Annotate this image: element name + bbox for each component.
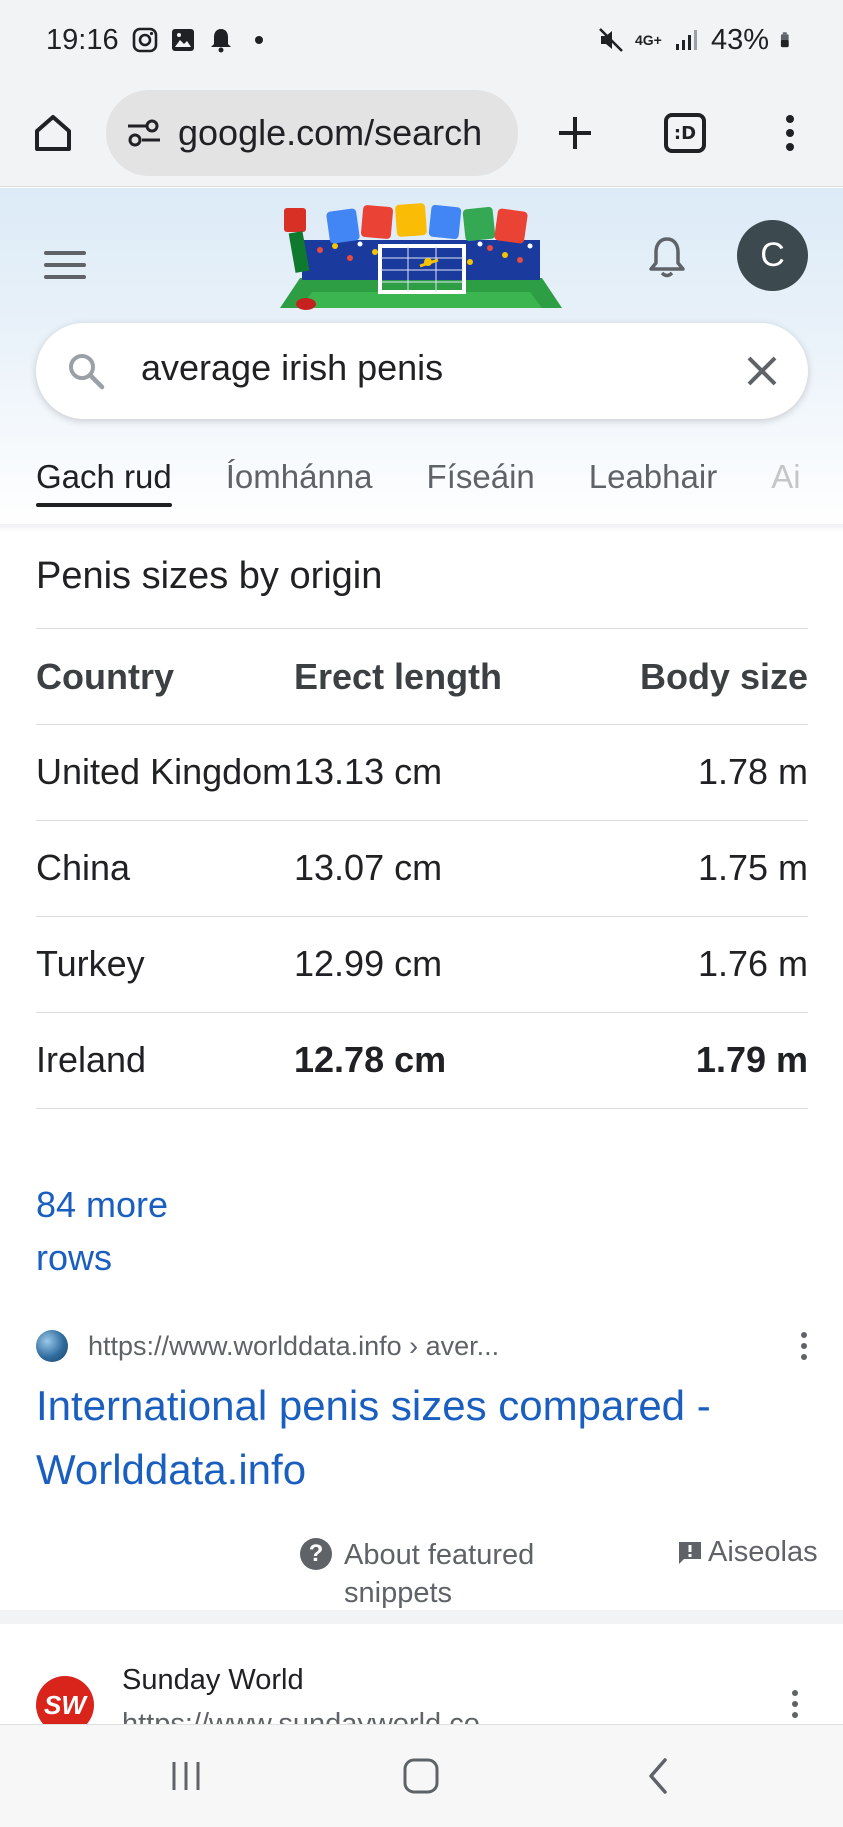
cell-country: Turkey bbox=[36, 943, 145, 984]
search-tabs: Gach rud Íomhánna Físeáin Leabhair Ai bbox=[0, 440, 843, 525]
status-time: 19:16 bbox=[46, 23, 119, 56]
notification-bell-icon bbox=[210, 29, 231, 53]
globe-favicon-icon bbox=[36, 1330, 68, 1362]
tab-videos[interactable]: Físeáin bbox=[427, 440, 535, 507]
source-url[interactable]: https://www.worlddata.info › aver... bbox=[88, 1331, 499, 1362]
source-row: https://www.worlddata.info › aver... bbox=[36, 1326, 808, 1366]
about-snippets-label: About featured snippets bbox=[344, 1539, 535, 1609]
tab-images[interactable]: Íomhánna bbox=[226, 440, 373, 507]
table-header-row: Country Erect length Body size bbox=[36, 628, 808, 724]
browser-toolbar: google.com/search :D bbox=[0, 80, 843, 187]
notifications-button[interactable] bbox=[632, 222, 702, 292]
result-separator bbox=[0, 1610, 843, 1624]
result-site-name[interactable]: Sunday World bbox=[122, 1664, 304, 1697]
result-site-url[interactable]: https://www.sundayworld.co bbox=[122, 1704, 480, 1726]
battery-percent: 43% bbox=[710, 23, 769, 56]
new-tab-button[interactable] bbox=[540, 98, 610, 168]
result-options-button[interactable] bbox=[784, 1326, 824, 1366]
cell-length: 13.07 cm bbox=[294, 847, 443, 888]
address-bar[interactable]: google.com/search bbox=[106, 90, 518, 176]
recents-icon bbox=[172, 1762, 200, 1790]
home-button[interactable] bbox=[18, 98, 88, 168]
google-doodle-logo[interactable] bbox=[280, 200, 562, 320]
battery-icon bbox=[780, 32, 789, 48]
header-body-size: Body size bbox=[639, 655, 808, 697]
tab-switcher-icon: :D bbox=[664, 113, 706, 153]
instagram-icon bbox=[132, 27, 157, 53]
status-bar: 19:16 4G+ 43% bbox=[0, 0, 843, 80]
cell-country: Ireland bbox=[36, 1039, 147, 1080]
tab-switcher-button[interactable]: :D bbox=[650, 98, 720, 168]
cell-country: United Kingdom bbox=[36, 751, 293, 792]
recent-apps-button[interactable] bbox=[156, 1751, 216, 1801]
cell-length: 12.99 cm bbox=[294, 943, 443, 984]
header-erect-length: Erect length bbox=[294, 655, 503, 697]
menu-line bbox=[44, 275, 86, 279]
cell-body: 1.79 m bbox=[695, 1039, 808, 1080]
dot bbox=[792, 1701, 798, 1707]
tab-books[interactable]: Leabhair bbox=[589, 440, 717, 507]
hamburger-menu-button[interactable] bbox=[30, 230, 100, 300]
tab-ai[interactable]: Ai bbox=[771, 440, 800, 507]
cell-body: 1.76 m bbox=[697, 943, 808, 984]
cell-body: 1.78 m bbox=[697, 751, 808, 792]
back-button[interactable] bbox=[628, 1751, 688, 1801]
bell-icon bbox=[649, 237, 685, 278]
system-nav-bar bbox=[0, 1724, 843, 1827]
dot-icon bbox=[254, 36, 263, 44]
table-row: China 13.07 cm 1.75 m bbox=[36, 820, 808, 916]
mute-icon bbox=[599, 28, 623, 52]
dot bbox=[801, 1332, 807, 1338]
dot bbox=[801, 1354, 807, 1360]
menu-line bbox=[44, 251, 86, 255]
cell-body: 1.75 m bbox=[697, 847, 808, 888]
header-country: Country bbox=[36, 655, 174, 697]
feedback-button[interactable]: Aiseolas bbox=[676, 1536, 818, 1569]
more-rows-link[interactable]: 84 more rows bbox=[36, 1178, 236, 1284]
clear-search-button[interactable] bbox=[736, 345, 788, 397]
table-divider bbox=[36, 1108, 808, 1109]
tab-all[interactable]: Gach rud bbox=[36, 440, 172, 507]
snippet-title: Penis sizes by origin bbox=[36, 555, 383, 597]
gallery-icon bbox=[171, 29, 194, 51]
tabs-divider bbox=[0, 524, 843, 532]
dot bbox=[792, 1712, 798, 1718]
plus-icon bbox=[559, 117, 591, 149]
feedback-label: Aiseolas bbox=[708, 1536, 818, 1568]
dot bbox=[792, 1690, 798, 1696]
result-title-link[interactable]: International penis sizes compared - Wor… bbox=[36, 1374, 808, 1502]
snippet-table: Country Erect length Body size United Ki… bbox=[36, 628, 808, 1109]
cell-length: 13.13 cm bbox=[294, 751, 443, 792]
table-row-highlighted: Ireland 12.78 cm 1.79 m bbox=[36, 1012, 808, 1108]
network-type: 4G+ bbox=[634, 32, 662, 48]
dot bbox=[801, 1343, 807, 1349]
cell-length: 12.78 cm bbox=[294, 1039, 447, 1080]
table-row: United Kingdom 13.13 cm 1.78 m bbox=[36, 724, 808, 820]
home-nav-button[interactable] bbox=[391, 1751, 451, 1801]
home-square-icon bbox=[403, 1758, 439, 1794]
search-box[interactable]: average irish penis bbox=[36, 323, 808, 419]
account-avatar[interactable]: C bbox=[737, 220, 808, 291]
kebab-menu-icon bbox=[786, 115, 794, 151]
url-text: google.com/search bbox=[178, 112, 483, 153]
result-options-button[interactable] bbox=[775, 1684, 815, 1724]
help-icon: ? bbox=[300, 1538, 332, 1570]
cell-country: China bbox=[36, 847, 131, 888]
table-row: Turkey 12.99 cm 1.76 m bbox=[36, 916, 808, 1012]
close-icon bbox=[747, 356, 777, 386]
menu-line bbox=[44, 263, 86, 267]
search-icon bbox=[69, 354, 105, 390]
site-settings-icon bbox=[128, 119, 160, 147]
browser-menu-button[interactable] bbox=[755, 98, 825, 168]
search-query[interactable]: average irish penis bbox=[141, 347, 443, 389]
home-icon bbox=[35, 115, 71, 151]
signal-icon bbox=[675, 30, 697, 50]
about-featured-snippets[interactable]: ? About featured snippets bbox=[300, 1536, 564, 1612]
chevron-left-icon bbox=[649, 1758, 667, 1794]
feedback-icon bbox=[679, 1541, 701, 1564]
